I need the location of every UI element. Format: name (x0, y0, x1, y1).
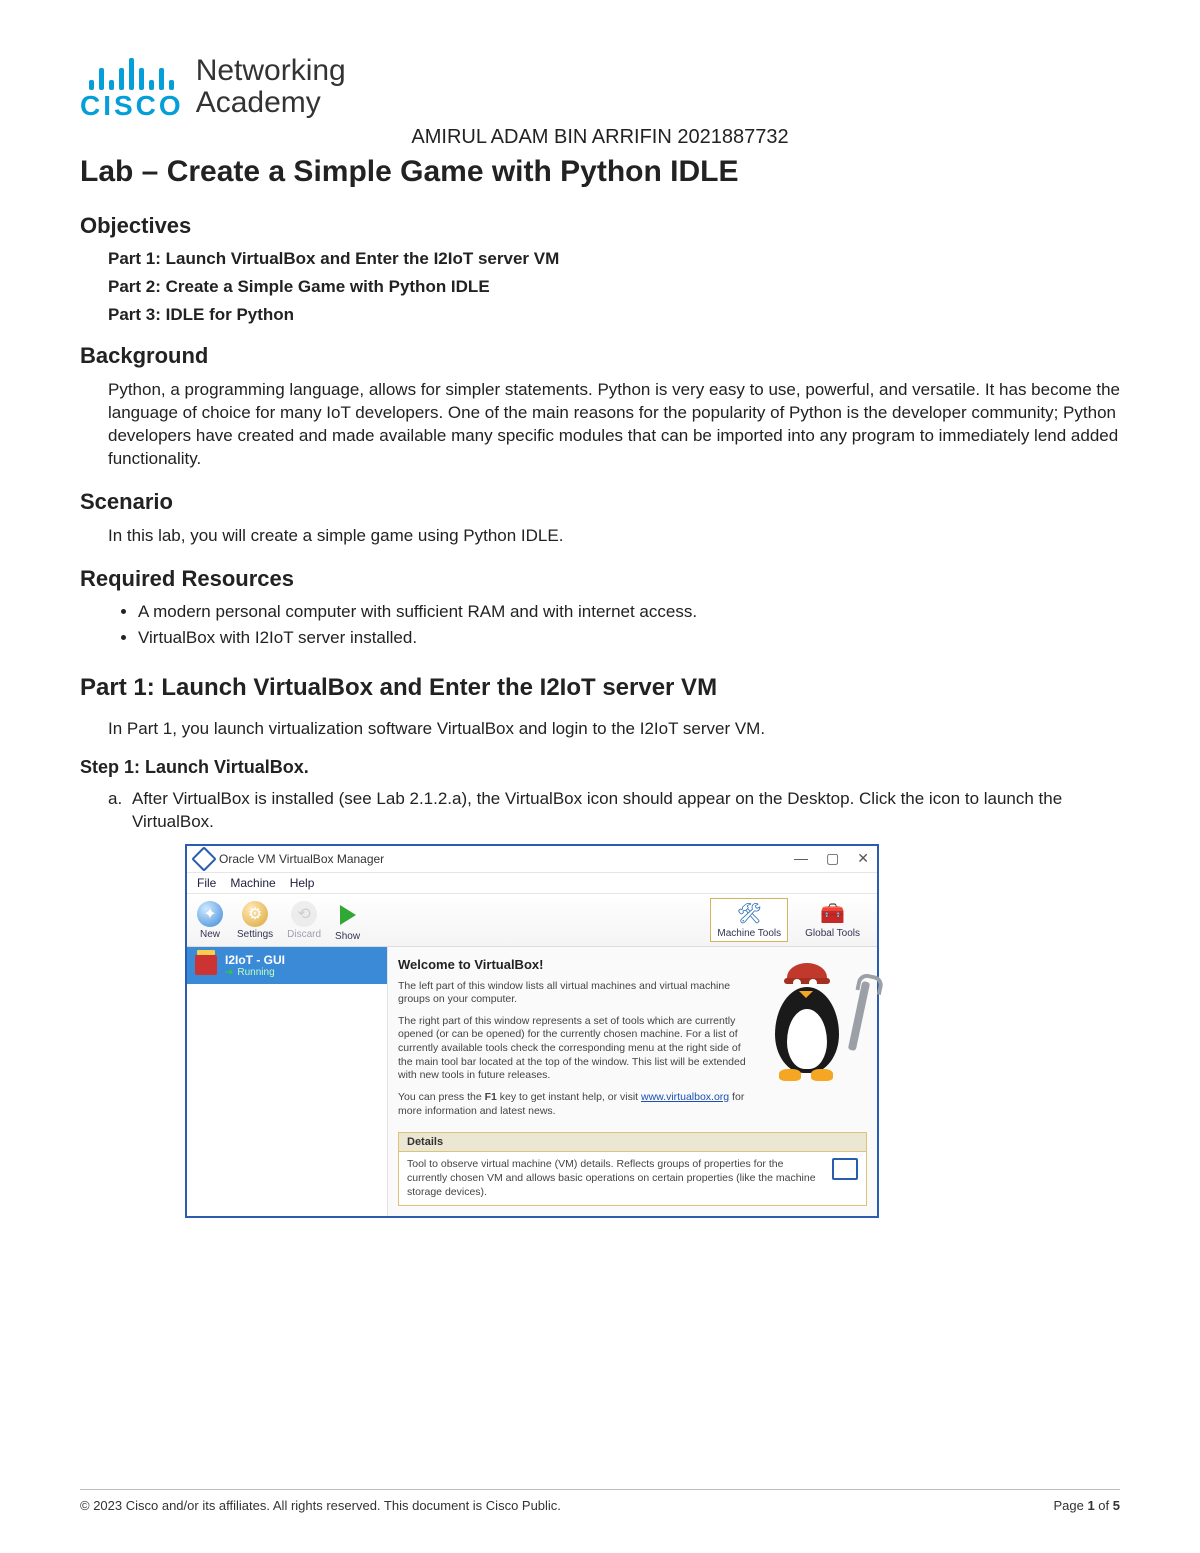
toolbar-discard-button[interactable]: ⟲ Discard (287, 901, 321, 942)
global-tools-icon: 🧰 (820, 901, 845, 926)
welcome-p3: You can press the F1 key to get instant … (398, 1091, 747, 1118)
objectives-heading: Objectives (80, 213, 1120, 239)
vm-os-icon (195, 955, 217, 975)
menu-machine[interactable]: Machine (230, 876, 275, 890)
part1-heading: Part 1: Launch VirtualBox and Enter the … (80, 674, 1120, 702)
maximize-icon[interactable]: ▢ (826, 850, 839, 867)
details-heading: Details (399, 1133, 866, 1152)
welcome-f1-key: F1 (485, 1091, 497, 1103)
cisco-wordmark: CISCO (80, 92, 184, 120)
objective-item: Part 3: IDLE for Python (108, 305, 1120, 325)
footer-current-page: 1 (1087, 1498, 1094, 1513)
menu-help[interactable]: Help (290, 876, 315, 890)
virtualbox-mascot (757, 955, 867, 1127)
vb-app-icon (191, 846, 216, 871)
toolbar-new-button[interactable]: ✦ New (197, 901, 223, 942)
resource-item: A modern personal computer with sufficie… (138, 602, 1120, 622)
welcome-heading: Welcome to VirtualBox! (398, 957, 747, 972)
step-letter: a. (108, 788, 132, 834)
show-icon (340, 905, 356, 925)
running-arrow-icon: ➔ (225, 967, 233, 978)
document-page: CISCO Networking Academy AMIRUL ADAM BIN… (0, 0, 1200, 1553)
resources-heading: Required Resources (80, 566, 1120, 592)
new-icon: ✦ (197, 901, 223, 927)
details-text: Tool to observe virtual machine (VM) det… (407, 1158, 816, 1199)
welcome-p2: The right part of this window represents… (398, 1015, 747, 1083)
objective-item: Part 1: Launch VirtualBox and Enter the … (108, 249, 1120, 269)
step1-heading: Step 1: Launch VirtualBox. (80, 757, 1120, 778)
vb-titlebar: Oracle VM VirtualBox Manager — ▢ ✕ (187, 846, 877, 873)
scenario-heading: Scenario (80, 489, 1120, 515)
toolbar-machine-tools-label: Machine Tools (717, 928, 781, 939)
toolbar-settings-button[interactable]: ⚙ Settings (237, 901, 273, 942)
toolbar-show-label: Show (335, 931, 360, 942)
penguin-icon (757, 961, 857, 1081)
background-heading: Background (80, 343, 1120, 369)
step1-a-text: After VirtualBox is installed (see Lab 2… (132, 788, 1120, 834)
vm-list-panel: I2IoT - GUI ➔ Running (187, 947, 388, 1217)
student-name-line: AMIRUL ADAM BIN ARRIFIN 2021887732 (80, 126, 1120, 149)
resource-item: VirtualBox with I2IoT server installed. (138, 628, 1120, 648)
cisco-bars-icon (89, 58, 174, 90)
close-icon[interactable]: ✕ (857, 850, 869, 867)
vm-state-text: Running (237, 967, 274, 978)
academy-line2: Academy (196, 87, 346, 119)
virtualbox-screenshot: Oracle VM VirtualBox Manager — ▢ ✕ File … (185, 844, 879, 1219)
vb-right-panel: Welcome to VirtualBox! The left part of … (388, 947, 877, 1217)
page-footer: © 2023 Cisco and/or its affiliates. All … (80, 1489, 1120, 1513)
academy-line1: Networking (196, 55, 346, 87)
toolbar-machine-tools-button[interactable]: 🛠 Machine Tools (710, 898, 788, 942)
scenario-text: In this lab, you will create a simple ga… (108, 525, 1120, 548)
vm-state: ➔ Running (225, 967, 285, 978)
toolbar-settings-label: Settings (237, 929, 273, 940)
machine-tools-icon: 🛠 (737, 901, 762, 926)
lab-title: Lab – Create a Simple Game with Python I… (80, 155, 1120, 189)
vb-menubar: File Machine Help (187, 873, 877, 894)
welcome-text-block: Welcome to VirtualBox! The left part of … (398, 955, 747, 1127)
toolbar-discard-label: Discard (287, 929, 321, 940)
vm-list-item[interactable]: I2IoT - GUI ➔ Running (187, 947, 387, 984)
academy-wordmark: Networking Academy (196, 55, 346, 120)
footer-page-indicator: Page 1 of 5 (1053, 1498, 1120, 1513)
resources-list: A modern personal computer with sufficie… (138, 602, 1120, 648)
menu-file[interactable]: File (197, 876, 216, 890)
minimize-icon[interactable]: — (794, 850, 808, 867)
vb-toolbar: ✦ New ⚙ Settings ⟲ Discard Show � (187, 894, 877, 947)
vb-body: I2IoT - GUI ➔ Running Welcome to Virtual… (187, 947, 877, 1217)
cisco-logo: CISCO (80, 58, 184, 120)
vb-window-title: Oracle VM VirtualBox Manager (219, 852, 384, 866)
toolbar-new-label: New (200, 929, 220, 940)
part1-intro: In Part 1, you launch virtualization sof… (108, 718, 1120, 741)
footer-copyright: © 2023 Cisco and/or its affiliates. All … (80, 1498, 561, 1513)
toolbar-show-button[interactable]: Show (335, 901, 360, 942)
background-text: Python, a programming language, allows f… (108, 379, 1120, 471)
welcome-p1: The left part of this window lists all v… (398, 980, 747, 1007)
toolbar-global-tools-label: Global Tools (805, 928, 860, 939)
gear-icon: ⚙ (242, 901, 268, 927)
details-preview-icon[interactable] (832, 1158, 858, 1180)
discard-icon: ⟲ (291, 901, 317, 927)
details-panel: Details Tool to observe virtual machine … (398, 1132, 867, 1206)
step1-a-row: a. After VirtualBox is installed (see La… (108, 788, 1120, 834)
toolbar-global-tools-button[interactable]: 🧰 Global Tools (798, 898, 867, 942)
objective-item: Part 2: Create a Simple Game with Python… (108, 277, 1120, 297)
footer-total-pages: 5 (1113, 1498, 1120, 1513)
vm-name: I2IoT - GUI (225, 953, 285, 967)
welcome-link[interactable]: www.virtualbox.org (641, 1091, 729, 1103)
header-logo-block: CISCO Networking Academy (80, 55, 1120, 120)
